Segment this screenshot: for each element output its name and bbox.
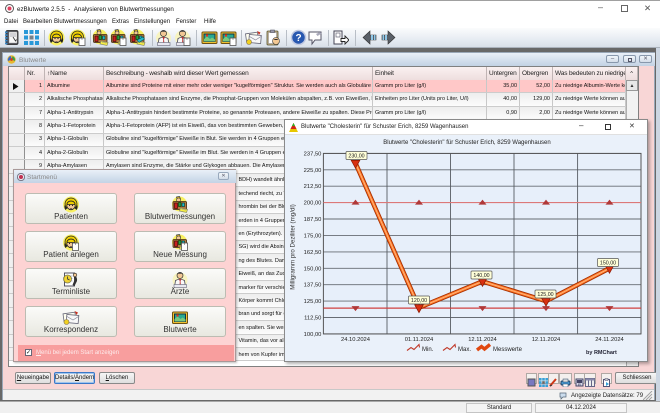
svg-text:162,50: 162,50 — [304, 250, 322, 256]
svg-text:Min.: Min. — [422, 347, 434, 353]
svg-text:125,00: 125,00 — [537, 292, 553, 298]
svg-text:230,00: 230,00 — [348, 154, 364, 160]
svg-text:125,00: 125,00 — [304, 299, 322, 305]
svg-text:Max.: Max. — [458, 347, 471, 353]
svg-text:187,50: 187,50 — [304, 217, 322, 223]
svg-text:200,00: 200,00 — [304, 201, 322, 207]
svg-text:137,50: 137,50 — [304, 283, 322, 289]
svg-text:212,50: 212,50 — [304, 184, 322, 190]
svg-text:150,00: 150,00 — [304, 266, 322, 272]
svg-text:Messwerte: Messwerte — [493, 347, 523, 353]
svg-text:150,00: 150,00 — [600, 261, 616, 267]
svg-text:Milligramm pro Deziliter (mg/d: Milligramm pro Deziliter (mg/dl) — [290, 204, 297, 290]
svg-text:100,00: 100,00 — [304, 332, 322, 338]
svg-text:140,00: 140,00 — [473, 273, 489, 279]
svg-text:24.10.2024: 24.10.2024 — [341, 337, 371, 343]
svg-text:175,00: 175,00 — [304, 233, 322, 239]
svg-text:120,00: 120,00 — [411, 298, 427, 304]
svg-text:01.11.2024: 01.11.2024 — [405, 337, 434, 343]
svg-text:24.11.2024: 24.11.2024 — [595, 337, 624, 343]
svg-text:?: ? — [295, 33, 301, 44]
svg-text:237,50: 237,50 — [304, 151, 322, 157]
svg-text:R: R — [578, 382, 581, 387]
svg-text:112,50: 112,50 — [304, 316, 321, 322]
svg-text:12.11.2024: 12.11.2024 — [468, 337, 497, 343]
svg-text:225,00: 225,00 — [304, 168, 322, 174]
svg-text:12.11.2024: 12.11.2024 — [532, 337, 561, 343]
